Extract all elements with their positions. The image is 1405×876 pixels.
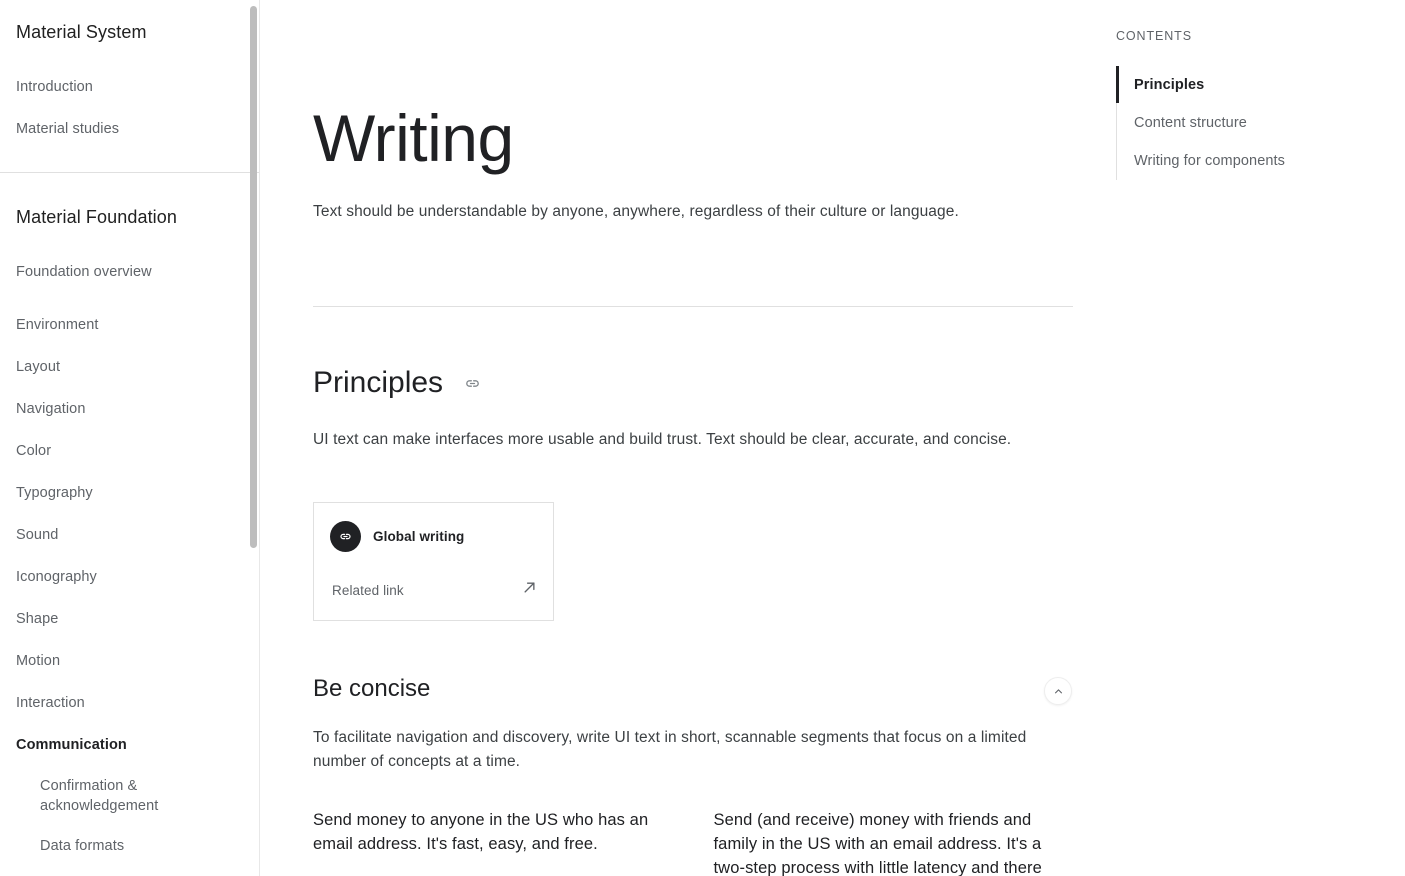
- sidebar-item-sound[interactable]: Sound: [0, 514, 260, 556]
- sidebar-item-shape[interactable]: Shape: [0, 598, 260, 640]
- toc-active-indicator: [1116, 66, 1119, 103]
- related-link-card-label: Related link: [332, 582, 404, 598]
- page-root: Material System Introduction Material st…: [0, 0, 1405, 876]
- sidebar-item-iconography[interactable]: Iconography: [0, 556, 260, 598]
- be-concise-body: To facilitate navigation and discovery, …: [313, 729, 1027, 770]
- sidebar-item-foundation-overview[interactable]: Foundation overview: [0, 251, 260, 293]
- sidebar-item-interaction[interactable]: Interaction: [0, 682, 260, 724]
- main-content: Writing Text should be understandable by…: [260, 0, 1105, 876]
- nav-group-material-system: Material System Introduction Material st…: [0, 0, 260, 172]
- sidebar-item-navigation[interactable]: Navigation: [0, 388, 260, 430]
- toc-label: CONTENTS: [1116, 29, 1192, 43]
- sidebar-item-confirmation-acknowledgement[interactable]: Confirmation & acknowledgement: [0, 766, 175, 826]
- left-sidebar: Material System Introduction Material st…: [0, 0, 260, 876]
- chevron-up-icon[interactable]: [1044, 677, 1072, 705]
- page-subtitle: Text should be understandable by anyone,…: [313, 203, 959, 220]
- sidebar-item-color[interactable]: Color: [0, 430, 260, 472]
- toc-list: Principles Content structure Writing for…: [1116, 66, 1405, 180]
- example-dont-text: Send (and receive) money with friends an…: [713, 811, 1042, 876]
- example-dont: Send (and receive) money with friends an…: [714, 808, 1074, 876]
- sidebar-item-layout[interactable]: Layout: [0, 346, 260, 388]
- link-icon[interactable]: [461, 372, 483, 394]
- sidebar-item-communication[interactable]: Communication: [0, 724, 260, 766]
- toc-item-principles[interactable]: Principles: [1134, 66, 1405, 104]
- sidebar-item-material-studies[interactable]: Material studies: [0, 108, 260, 150]
- sidebar-scrollbar[interactable]: [250, 0, 257, 876]
- toc-item-writing-for-components[interactable]: Writing for components: [1134, 142, 1405, 180]
- be-concise-section: Be concise To facilitate navigation and …: [313, 673, 1073, 876]
- sidebar-item-typography[interactable]: Typography: [0, 472, 260, 514]
- sidebar-item-environment[interactable]: Environment: [0, 304, 260, 346]
- do-dont-examples: Send money to anyone in the US who has a…: [313, 808, 1073, 876]
- link-icon: [330, 521, 361, 552]
- sidebar-scrollbar-thumb[interactable]: [250, 6, 257, 548]
- principles-body: UI text can make interfaces more usable …: [313, 431, 1012, 448]
- nav-group-title-material-system: Material System: [16, 22, 147, 42]
- sidebar-item-data-formats[interactable]: Data formats: [0, 826, 260, 866]
- page-title: Writing: [313, 101, 514, 175]
- related-link-card[interactable]: Global writing Related link: [313, 502, 554, 621]
- related-link-card-bottom: Related link: [314, 572, 553, 620]
- sidebar-scroll-container: Material System Introduction Material st…: [0, 0, 260, 876]
- related-link-card-title: Global writing: [373, 528, 465, 544]
- sidebar-item-motion[interactable]: Motion: [0, 640, 260, 682]
- table-of-contents: CONTENTS Principles Content structure Wr…: [1105, 0, 1405, 876]
- sidebar-item-introduction[interactable]: Introduction: [0, 66, 260, 108]
- nav-group-title-material-foundation: Material Foundation: [16, 207, 177, 227]
- be-concise-header: Be concise: [313, 673, 1073, 705]
- related-link-card-top: Global writing: [314, 503, 553, 572]
- example-do-text: Send money to anyone in the US who has a…: [313, 811, 649, 853]
- section-divider: [313, 306, 1073, 307]
- be-concise-heading: Be concise: [313, 675, 431, 702]
- toc-item-content-structure[interactable]: Content structure: [1134, 104, 1405, 142]
- arrow-up-right-icon: [520, 578, 539, 602]
- content-column: Writing Text should be understandable by…: [313, 0, 1073, 876]
- example-do: Send money to anyone in the US who has a…: [313, 808, 673, 876]
- principles-heading: Principles: [313, 366, 444, 399]
- principles-section-header: Principles: [313, 364, 1073, 402]
- nav-group-material-foundation: Material Foundation Foundation overview …: [0, 173, 260, 866]
